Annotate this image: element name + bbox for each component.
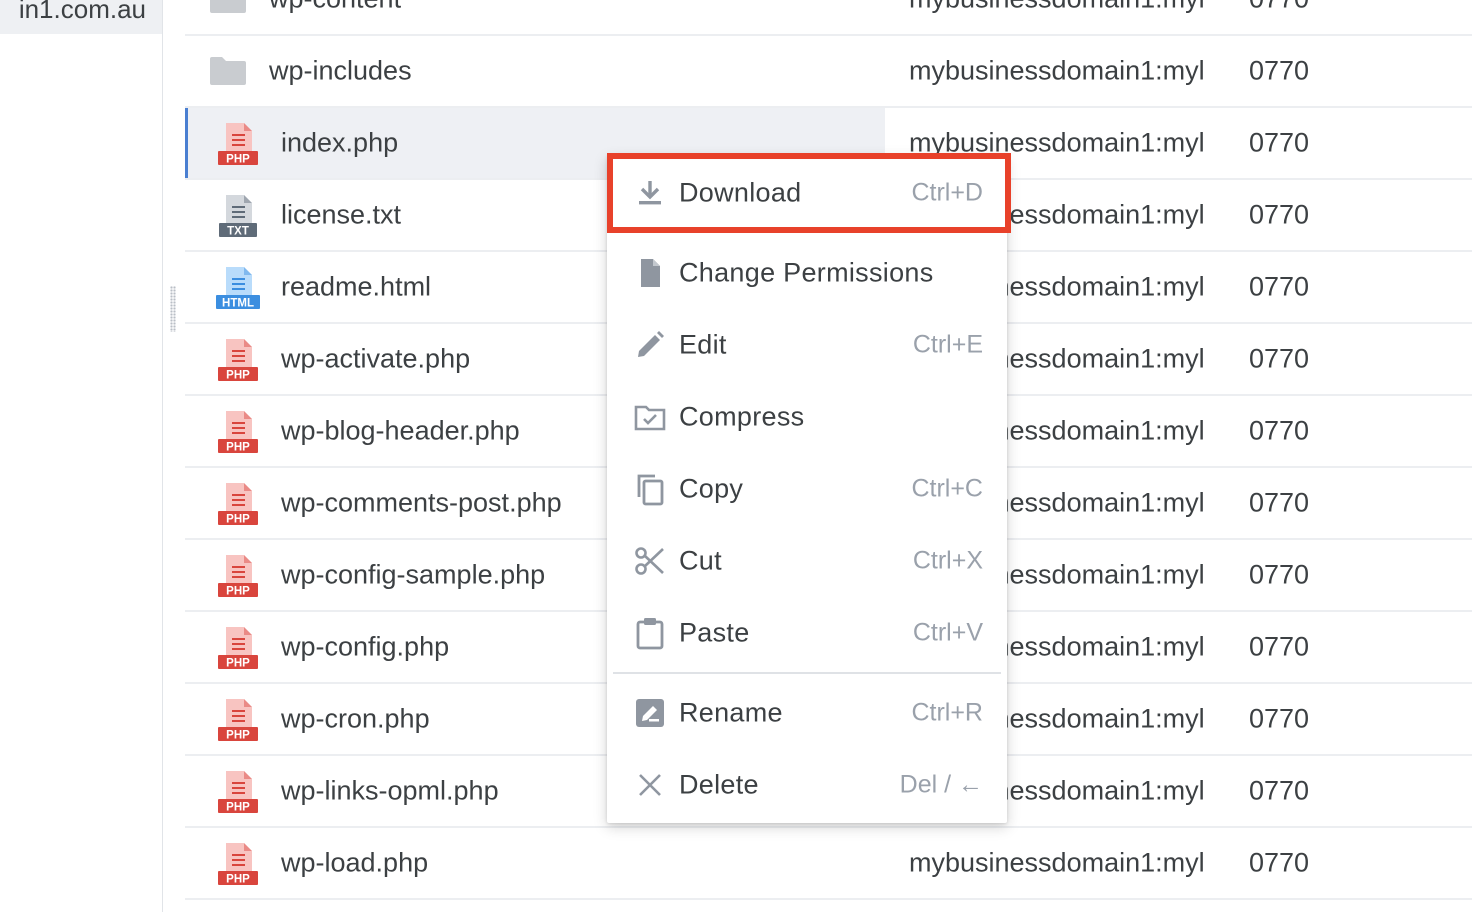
menu-item-label: Compress — [679, 401, 805, 432]
menu-item-cut[interactable]: Cut Ctrl+X — [607, 525, 1007, 597]
copy-icon — [633, 472, 667, 506]
resize-handle[interactable] — [170, 286, 176, 332]
file-permissions: 0770 — [1249, 271, 1310, 302]
menu-item-label: Edit — [679, 329, 727, 360]
file-name: wp-links-opml.php — [281, 775, 499, 806]
menu-item-label: Rename — [679, 697, 783, 728]
svg-text:PHP: PHP — [226, 802, 250, 814]
menu-item-change-permissions[interactable]: Change Permissions — [607, 237, 1007, 309]
svg-text:PHP: PHP — [226, 874, 250, 886]
file-name: readme.html — [281, 271, 432, 302]
menu-item-shortcut: Ctrl+R — [911, 698, 983, 727]
scissors-icon — [633, 544, 667, 578]
menu-item-shortcut: Ctrl+E — [912, 330, 983, 359]
file-permissions: 0770 — [1249, 415, 1310, 446]
file-name: wp-cron.php — [281, 703, 430, 734]
svg-text:PHP: PHP — [226, 442, 250, 454]
file-owner: mybusinessdomain1:myl — [909, 847, 1205, 878]
file-name: wp-content — [269, 0, 401, 15]
download-icon — [633, 176, 667, 210]
menu-item-compress[interactable]: Compress — [607, 381, 1007, 453]
svg-text:TXT: TXT — [227, 226, 249, 238]
menu-item-shortcut: Ctrl+V — [912, 618, 983, 647]
file-permissions: 0770 — [1249, 199, 1310, 230]
close-icon — [633, 768, 667, 802]
resize-gutter — [163, 0, 185, 912]
file-owner: mybusinessdomain1:myl — [909, 0, 1223, 15]
sidebar-item-domain[interactable]: in1.com.au — [0, 0, 162, 34]
svg-text:HTML: HTML — [222, 298, 254, 310]
file-permissions: 0770 — [1249, 847, 1310, 878]
sidebar: in1.com.au — [0, 0, 163, 912]
php-file-icon: PHP — [215, 841, 261, 887]
menu-item-edit[interactable]: Edit Ctrl+E — [607, 309, 1007, 381]
file-name: index.php — [281, 127, 399, 158]
file-name: license.txt — [281, 199, 402, 230]
file-name: wp-config-sample.php — [281, 559, 546, 590]
file-permissions: 0770 — [1249, 127, 1310, 158]
menu-item-paste[interactable]: Paste Ctrl+V — [607, 597, 1007, 669]
svg-text:PHP: PHP — [226, 730, 250, 742]
svg-text:PHP: PHP — [226, 658, 250, 670]
file-name: wp-blog-header.php — [281, 415, 520, 446]
rename-icon — [633, 696, 667, 730]
menu-item-label: Copy — [679, 473, 744, 504]
file-row[interactable]: PHP wp-load.php mybusinessdomain1:myl 0770 — [185, 828, 1472, 900]
html-file-icon: HTML — [215, 265, 261, 311]
menu-item-download[interactable]: Download Ctrl+D — [607, 155, 1007, 231]
file-owner: mybusinessdomain1:myl — [909, 55, 1205, 86]
php-file-icon: PHP — [215, 337, 261, 383]
context-menu: Download Ctrl+D Change Permissions Edit Ctrl… — [607, 155, 1007, 823]
file-owner: mybusinessdomain1:myl — [909, 127, 1205, 158]
selection-indicator — [185, 108, 188, 178]
file-icon — [633, 256, 667, 290]
menu-item-shortcut: Ctrl+D — [911, 178, 983, 207]
file-permissions: 0770 — [1249, 487, 1310, 518]
file-permissions: 0770 — [1249, 0, 1309, 15]
menu-item-label: Delete — [679, 769, 759, 800]
menu-item-shortcut: Del / ← — [899, 770, 983, 799]
file-permissions: 0770 — [1249, 775, 1310, 806]
file-permissions: 0770 — [1249, 559, 1310, 590]
file-name: wp-config.php — [281, 631, 450, 662]
pencil-icon — [633, 328, 667, 362]
folder-icon — [209, 0, 247, 14]
php-file-icon: PHP — [215, 409, 261, 455]
svg-text:PHP: PHP — [226, 370, 250, 382]
menu-separator — [613, 672, 1001, 674]
svg-text:PHP: PHP — [226, 586, 250, 598]
menu-item-label: Cut — [679, 545, 722, 576]
sidebar-item-label: in1.com.au — [18, 0, 146, 24]
file-permissions: 0770 — [1249, 55, 1310, 86]
svg-text:PHP: PHP — [226, 154, 250, 166]
file-permissions: 0770 — [1249, 631, 1310, 662]
txt-file-icon: TXT — [215, 193, 261, 239]
svg-text:PHP: PHP — [226, 514, 250, 526]
php-file-icon: PHP — [215, 697, 261, 743]
menu-item-label: Download — [679, 177, 802, 208]
php-file-icon: PHP — [215, 769, 261, 815]
menu-item-label: Change Permissions — [679, 257, 934, 288]
file-name: wp-activate.php — [281, 343, 471, 374]
php-file-icon: PHP — [215, 553, 261, 599]
php-file-icon: PHP — [215, 121, 261, 167]
file-permissions: 0770 — [1249, 703, 1310, 734]
file-name: wp-load.php — [281, 847, 429, 878]
file-name: wp-comments-post.php — [281, 487, 562, 518]
file-row[interactable]: wp-includes mybusinessdomain1:myl 0770 — [185, 36, 1472, 108]
menu-item-shortcut: Ctrl+X — [912, 546, 983, 575]
file-name: wp-includes — [269, 55, 412, 86]
menu-item-delete[interactable]: Delete Del / ← — [607, 749, 1007, 821]
menu-item-shortcut: Ctrl+C — [911, 474, 983, 503]
menu-item-label: Paste — [679, 617, 750, 648]
folder-icon — [209, 56, 247, 86]
menu-item-rename[interactable]: Rename Ctrl+R — [607, 677, 1007, 749]
menu-item-copy[interactable]: Copy Ctrl+C — [607, 453, 1007, 525]
file-row[interactable]: wp-content mybusinessdomain1:myl 0770 — [185, 0, 1472, 36]
php-file-icon: PHP — [215, 481, 261, 527]
php-file-icon: PHP — [215, 625, 261, 671]
archive-folder-icon — [633, 400, 667, 434]
file-permissions: 0770 — [1249, 343, 1310, 374]
clipboard-icon — [633, 616, 667, 650]
